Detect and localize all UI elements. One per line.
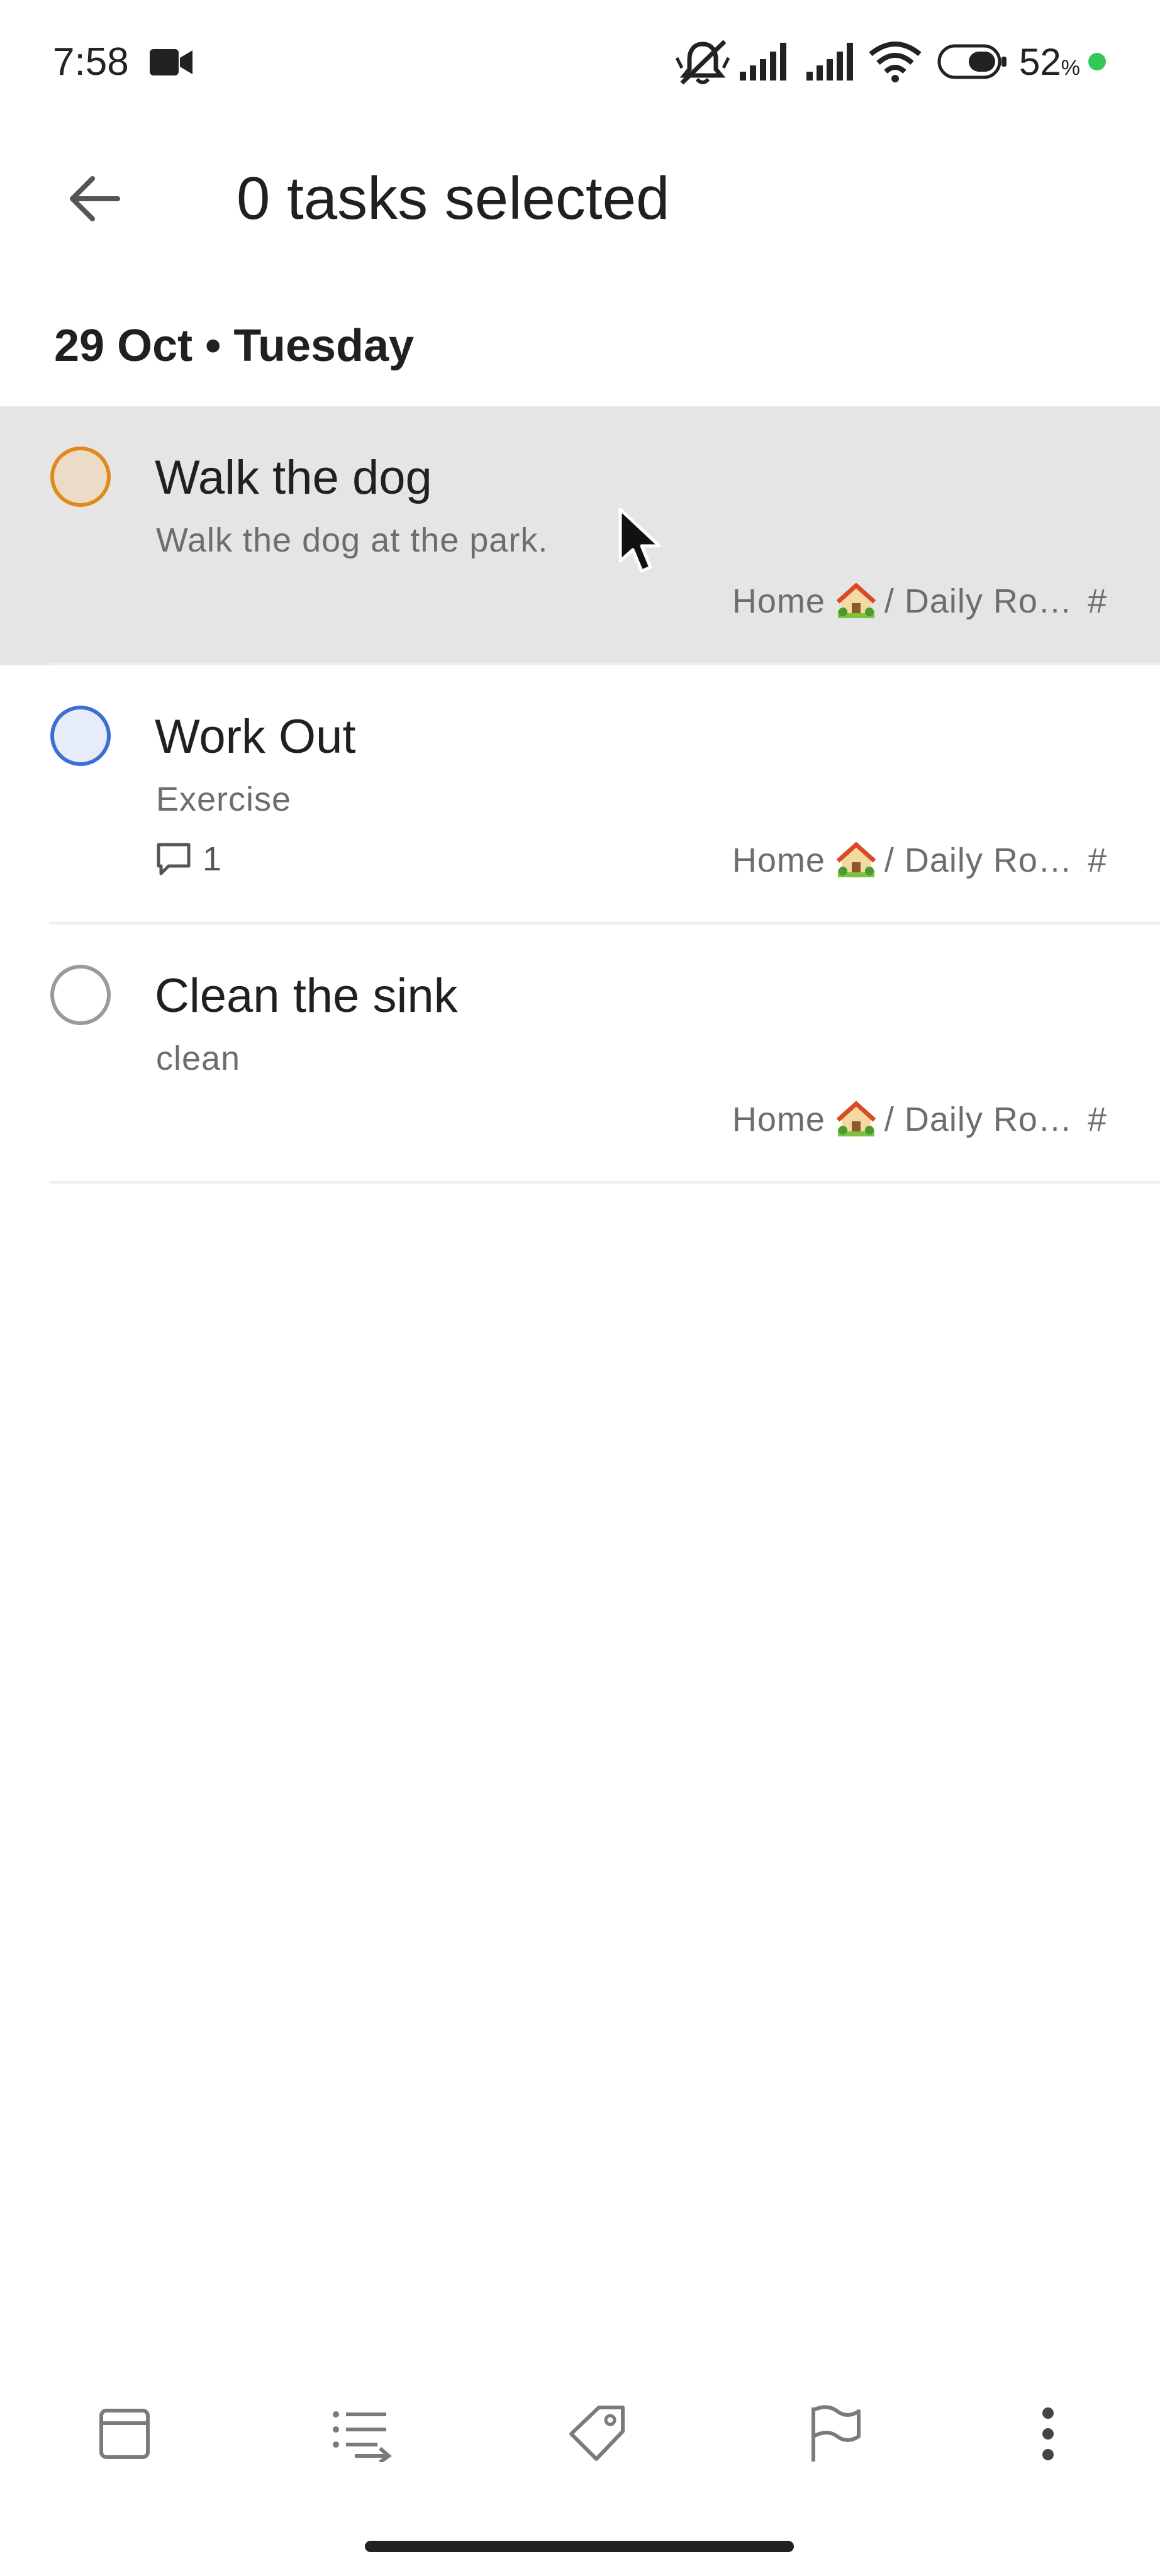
task-description: clean [156, 1040, 241, 1077]
task-project: Home / Daily Ro… # [732, 835, 1107, 886]
gesture-navigation-bar[interactable] [365, 2541, 794, 2552]
task-title: Work Out [155, 710, 356, 763]
schedule-button[interactable] [87, 2396, 162, 2472]
task-row[interactable]: Clean the sink clean Home / Daily Ro… # [0, 924, 1160, 1184]
priority-button[interactable] [796, 2396, 872, 2472]
screen: 7:58 52% 0 tasks selected 29 Oct • Tuesd… [0, 0, 1160, 2576]
hash-icon: # [1087, 582, 1107, 620]
task-project: Home / Daily Ro… # [732, 1094, 1107, 1145]
signal-icon [740, 43, 786, 80]
task-comments: 1 [155, 834, 221, 884]
more-options-button[interactable] [1010, 2396, 1086, 2472]
subproject-name: / Daily Ro… [884, 582, 1073, 620]
signal-icon [806, 43, 853, 80]
subproject-name: / Daily Ro… [884, 1101, 1073, 1138]
label-button[interactable] [560, 2396, 635, 2472]
project-name: Home [732, 1101, 825, 1138]
task-row[interactable]: Walk the dog Walk the dog at the park. H… [0, 406, 1160, 665]
more-vert-icon [1042, 2407, 1054, 2460]
hash-icon: # [1087, 1101, 1107, 1138]
battery-percent: 52% [1019, 41, 1080, 83]
subproject-name: / Daily Ro… [884, 841, 1073, 879]
hash-icon: # [1087, 841, 1107, 879]
page-title: 0 tasks selected [237, 165, 670, 232]
move-button[interactable] [323, 2396, 399, 2472]
video-camera-icon [150, 49, 192, 75]
battery-icon [937, 44, 1007, 79]
task-description: Exercise [156, 780, 292, 818]
priority-flag-icon [811, 2405, 861, 2462]
house-with-garden-icon [836, 842, 876, 879]
task-title: Clean the sink [155, 969, 458, 1023]
comment-icon [157, 843, 191, 875]
status-bar: 7:58 52% [0, 0, 1160, 123]
silent-icon [676, 40, 730, 85]
house-with-garden-icon [836, 1101, 876, 1138]
task-checkbox[interactable] [50, 447, 111, 507]
app-bar: 0 tasks selected [0, 123, 1160, 268]
comment-count: 1 [203, 840, 222, 878]
task-row[interactable]: Work Out Exercise 1 Home / Daily Ro… # [0, 665, 1160, 924]
task-list: Walk the dog Walk the dog at the park. H… [0, 406, 1160, 1184]
task-title: Walk the dog [155, 451, 432, 504]
house-with-garden-icon [836, 583, 876, 619]
mouse-cursor-icon [618, 508, 661, 573]
back-button[interactable] [57, 161, 132, 236]
dot-icon [1088, 53, 1106, 70]
divider [49, 1181, 1160, 1184]
project-name: Home [732, 841, 825, 879]
schedule-icon [99, 2409, 150, 2459]
status-time: 7:58 [53, 40, 129, 84]
section-date-header: 29 Oct • Tuesday [54, 321, 415, 371]
project-name: Home [732, 582, 825, 620]
task-checkbox[interactable] [50, 706, 111, 766]
label-icon [569, 2406, 625, 2461]
task-project: Home / Daily Ro… # [732, 576, 1107, 626]
arrow-left-icon [70, 176, 120, 221]
task-description: Walk the dog at the park. [156, 521, 549, 559]
move-icon [333, 2411, 392, 2462]
wifi-icon [869, 42, 922, 82]
bottom-toolbar [0, 2377, 1160, 2490]
task-checkbox[interactable] [50, 965, 111, 1025]
